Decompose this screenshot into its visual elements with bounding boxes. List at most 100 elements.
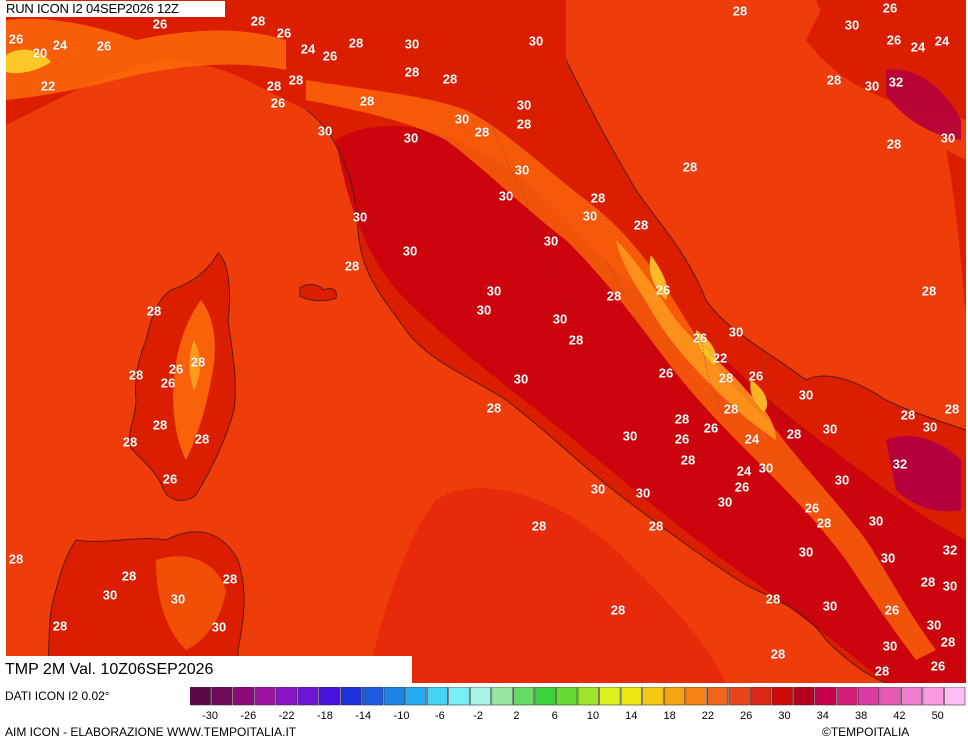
isotherm-label: 30 bbox=[927, 617, 941, 632]
scale-swatch bbox=[534, 687, 556, 706]
scale-tick-label: 14 bbox=[625, 710, 637, 722]
isotherm-label: 28 bbox=[922, 283, 936, 298]
isotherm-label: 28 bbox=[129, 367, 143, 382]
isotherm-label: 26 bbox=[735, 479, 749, 494]
isotherm-label: 28 bbox=[787, 426, 801, 441]
scale-swatch bbox=[814, 687, 836, 706]
scale-tick-label: -2 bbox=[473, 710, 483, 722]
isotherm-label: 28 bbox=[921, 574, 935, 589]
isotherm-label: 28 bbox=[487, 400, 501, 415]
isotherm-label: 30 bbox=[544, 233, 558, 248]
scale-swatch bbox=[944, 687, 966, 706]
scale-swatch bbox=[793, 687, 815, 706]
isotherm-label: 30 bbox=[405, 36, 419, 51]
isotherm-label: 28 bbox=[223, 571, 237, 586]
isotherm-label: 26 bbox=[161, 375, 175, 390]
isotherm-label: 28 bbox=[53, 618, 67, 633]
isotherm-label: 30 bbox=[865, 78, 879, 93]
isotherm-label: 32 bbox=[889, 74, 903, 89]
isotherm-label: 28 bbox=[733, 3, 747, 18]
scale-tick-label: 22 bbox=[702, 710, 714, 722]
isotherm-label: 28 bbox=[901, 407, 915, 422]
scale-tick-label: 10 bbox=[587, 710, 599, 722]
scale-swatch bbox=[707, 687, 729, 706]
isotherm-label: 28 bbox=[634, 217, 648, 232]
isotherm-label: 26 bbox=[675, 431, 689, 446]
scale-tick-label: -30 bbox=[202, 710, 218, 722]
data-source-label: DATI ICON I2 0.02° bbox=[5, 689, 110, 703]
isotherm-label: 26 bbox=[931, 658, 945, 673]
scale-tick-label: -26 bbox=[240, 710, 256, 722]
scale-tick-label: 2 bbox=[513, 710, 519, 722]
isotherm-label: 28 bbox=[771, 646, 785, 661]
isotherm-label: 30 bbox=[583, 208, 597, 223]
scale-tick-label: -6 bbox=[435, 710, 445, 722]
isotherm-label: 28 bbox=[675, 411, 689, 426]
isotherm-label: 30 bbox=[835, 472, 849, 487]
scale-swatch bbox=[771, 687, 793, 706]
isotherm-label: 28 bbox=[405, 64, 419, 79]
isotherm-label: 30 bbox=[517, 97, 531, 112]
scale-swatch bbox=[190, 687, 211, 706]
isotherm-label: 28 bbox=[9, 551, 23, 566]
scale-swatch bbox=[513, 687, 535, 706]
isotherm-label: 26 bbox=[323, 48, 337, 63]
scale-swatch bbox=[620, 687, 642, 706]
isotherm-label: 30 bbox=[455, 111, 469, 126]
isotherm-label: 28 bbox=[649, 518, 663, 533]
isotherm-label: 28 bbox=[941, 634, 955, 649]
scale-swatch bbox=[211, 687, 233, 706]
scale-swatch bbox=[750, 687, 772, 706]
isotherm-label: 26 bbox=[169, 361, 183, 376]
scale-swatch bbox=[383, 687, 405, 706]
scale-swatch bbox=[426, 687, 448, 706]
isotherm-label: 26 bbox=[271, 95, 285, 110]
isotherm-label: 28 bbox=[683, 159, 697, 174]
scale-tick-label: 30 bbox=[778, 710, 790, 722]
isotherm-label: 24 bbox=[935, 33, 950, 48]
scale-tick-label: 34 bbox=[817, 710, 829, 722]
scale-tick-label: 6 bbox=[552, 710, 558, 722]
isotherm-label: 28 bbox=[724, 401, 738, 416]
isotherm-label: 30 bbox=[212, 619, 226, 634]
isotherm-label: 30 bbox=[623, 428, 637, 443]
isotherm-label: 30 bbox=[845, 17, 859, 32]
isotherm-label: 30 bbox=[171, 591, 185, 606]
scale-swatch bbox=[254, 687, 276, 706]
scale-swatch bbox=[836, 687, 858, 706]
isotherm-label: 28 bbox=[267, 78, 281, 93]
scale-swatch bbox=[556, 687, 578, 706]
isotherm-label: 24 bbox=[53, 37, 68, 52]
isotherm-label: 26 bbox=[887, 32, 901, 47]
isotherm-label: 28 bbox=[875, 663, 889, 678]
isotherm-label: 30 bbox=[477, 302, 491, 317]
isotherm-label: 28 bbox=[195, 431, 209, 446]
isotherm-label: 22 bbox=[713, 350, 727, 365]
isotherm-label: 30 bbox=[759, 460, 773, 475]
isotherm-label: 30 bbox=[553, 311, 567, 326]
valid-time-banner: TMP 2M Val. 10Z06SEP2026 bbox=[0, 656, 412, 683]
isotherm-label: 30 bbox=[881, 550, 895, 565]
scale-swatch bbox=[275, 687, 298, 706]
isotherm-label: 28 bbox=[153, 417, 167, 432]
scale-swatch bbox=[319, 687, 341, 706]
isotherm-label: 24 bbox=[745, 431, 760, 446]
credits-label: AIM ICON - ELABORAZIONE WWW.TEMPOITALIA.… bbox=[5, 725, 297, 739]
scale-tick-label: 50 bbox=[932, 710, 944, 722]
scale-swatch bbox=[879, 687, 901, 706]
isotherm-label: 28 bbox=[607, 288, 621, 303]
scale-tick-label: -14 bbox=[355, 710, 371, 722]
scale-swatch bbox=[340, 687, 362, 706]
isotherm-label: 24 bbox=[737, 463, 752, 478]
isotherm-label: 28 bbox=[349, 35, 363, 50]
isotherm-label: 30 bbox=[943, 578, 957, 593]
scale-tick-label: -22 bbox=[279, 710, 295, 722]
isotherm-label: 30 bbox=[487, 283, 501, 298]
scale-tick-label: 18 bbox=[663, 710, 675, 722]
isotherm-label: 28 bbox=[591, 190, 605, 205]
isotherm-label: 30 bbox=[103, 587, 117, 602]
isotherm-label: 28 bbox=[945, 401, 959, 416]
isotherm-label: 30 bbox=[869, 513, 883, 528]
isotherm-label: 28 bbox=[827, 72, 841, 87]
isotherm-label: 28 bbox=[122, 568, 136, 583]
